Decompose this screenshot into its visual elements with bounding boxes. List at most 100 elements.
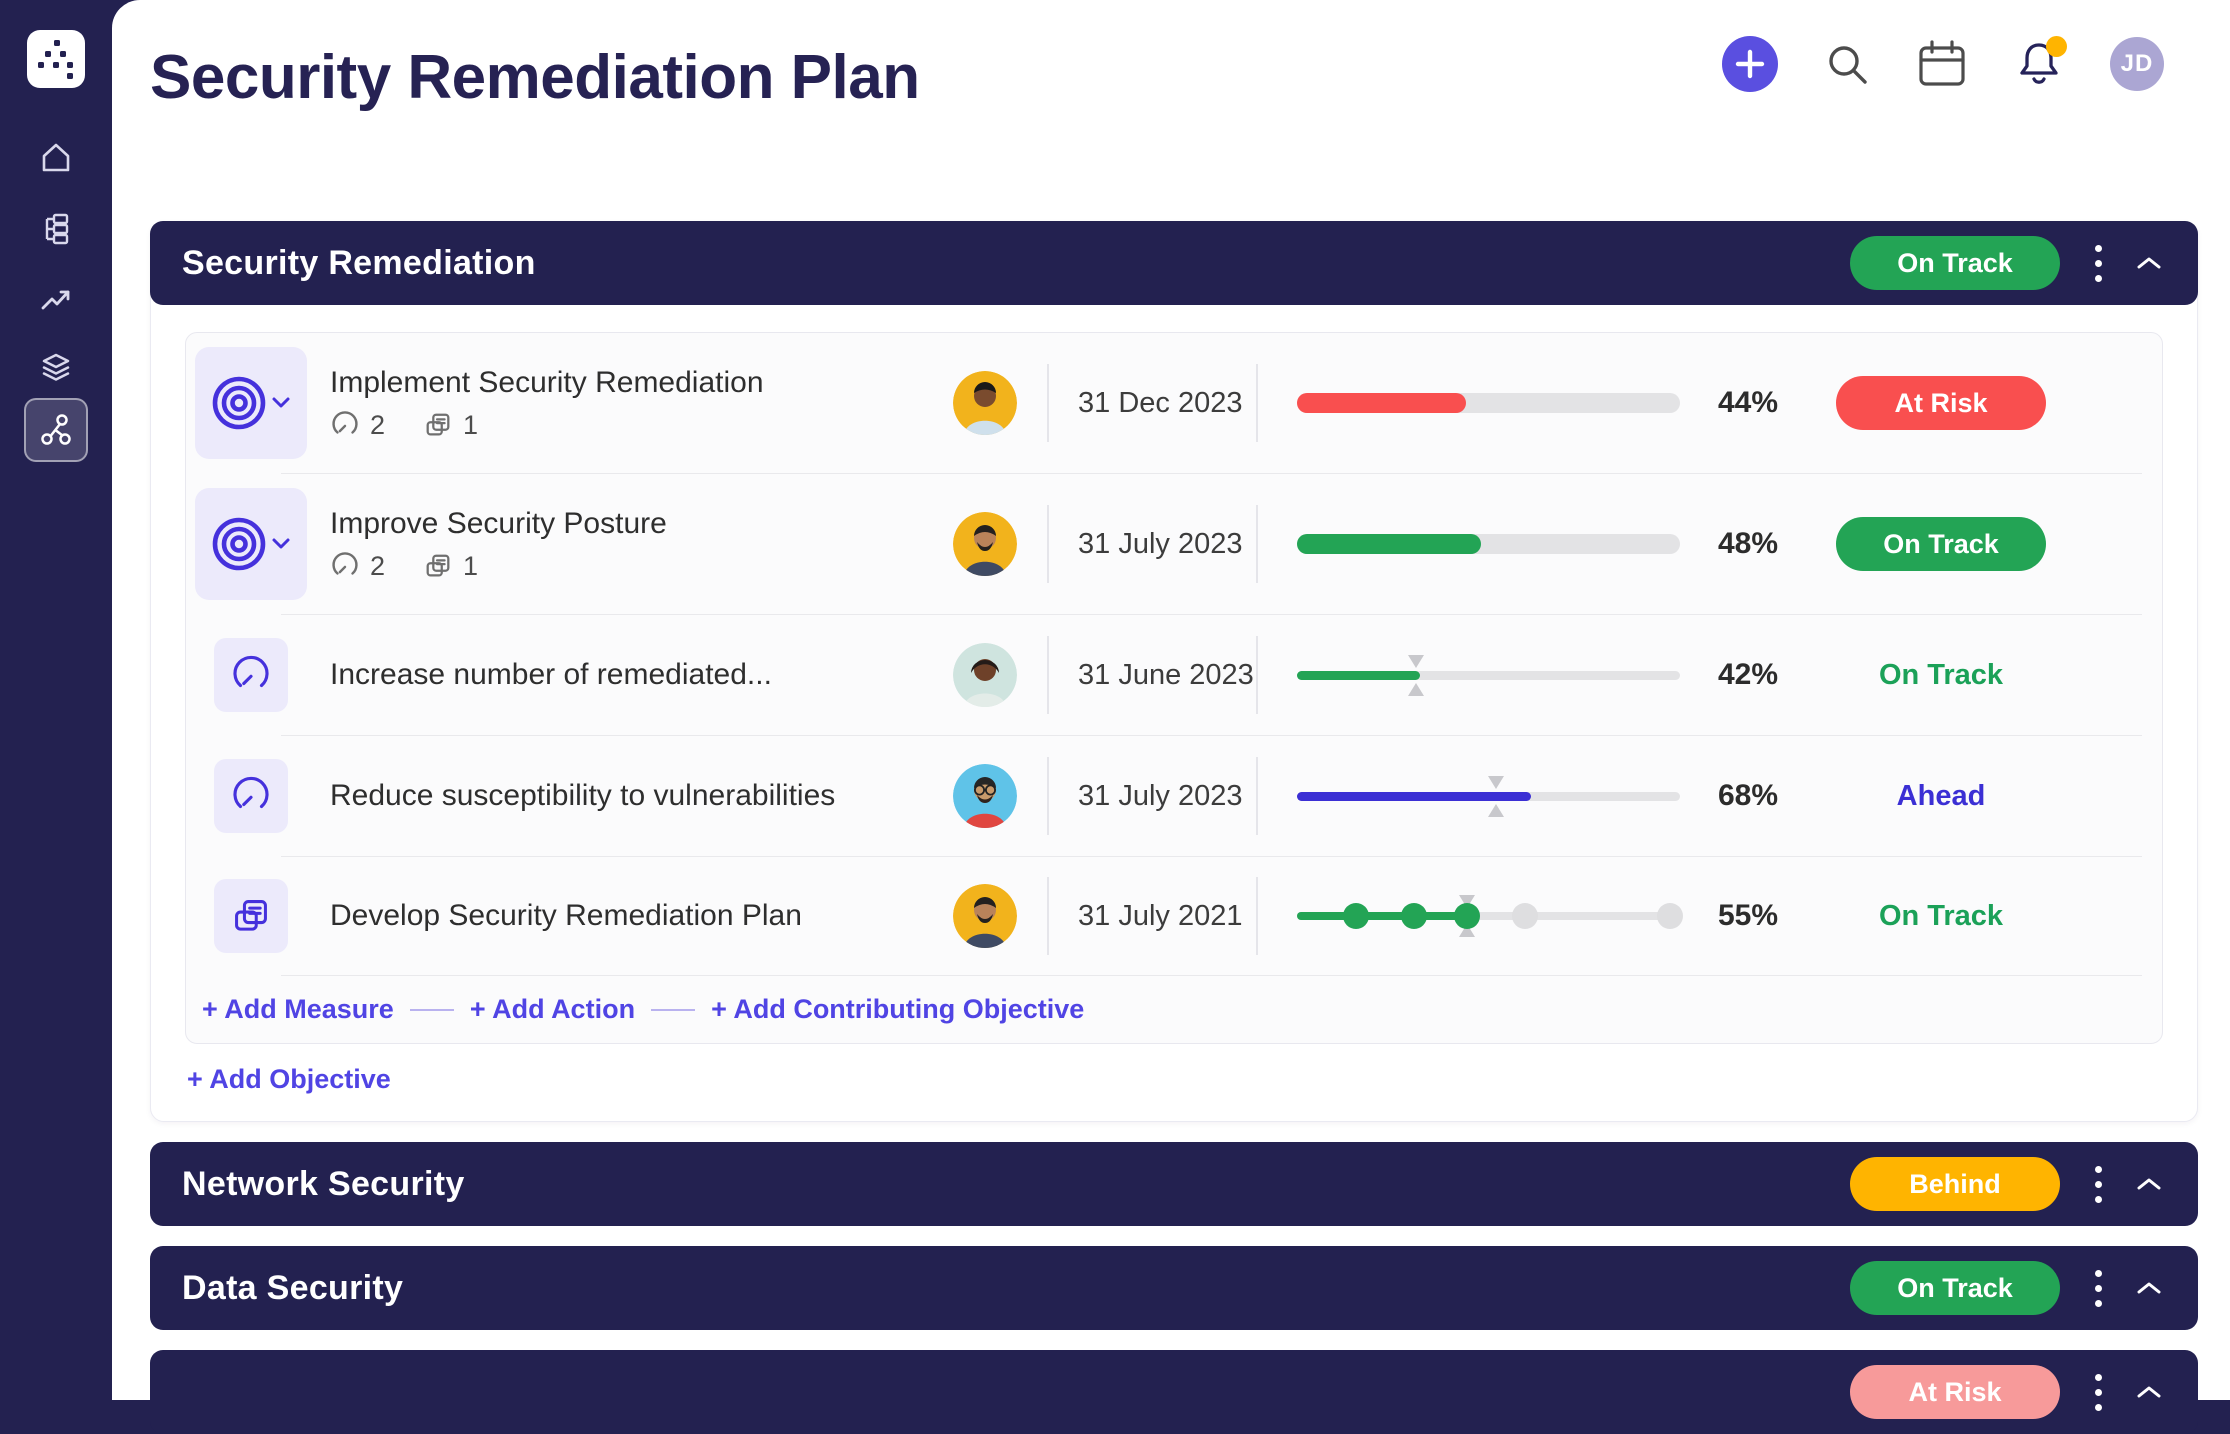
- due-date: 31 July 2023: [1078, 779, 1243, 812]
- avatar-person-4: [953, 764, 1017, 828]
- avatar-person-2: [953, 512, 1017, 576]
- measure-gauge-icon: [233, 655, 269, 688]
- chevron-up-icon: [2137, 1178, 2161, 1190]
- section-network-security[interactable]: Network Security Behind: [150, 1142, 2198, 1226]
- owner-avatar: [953, 764, 1017, 828]
- avatar-person-5: [953, 884, 1017, 948]
- status-badge: At Risk: [1836, 376, 2046, 430]
- milestone-dot: [1400, 903, 1427, 929]
- status-badge: On Track: [1850, 236, 2060, 290]
- measure-title: Reduce susceptibility to vulnerabilities: [330, 779, 836, 812]
- add-objective-link[interactable]: + Add Objective: [187, 1064, 391, 1095]
- notification-badge: [2046, 36, 2067, 57]
- section-title: Network Security: [182, 1164, 465, 1203]
- measure-count: 2: [370, 550, 386, 581]
- divider: [1046, 877, 1049, 955]
- divider: [1046, 364, 1049, 442]
- divider: [1046, 505, 1049, 583]
- link-connector: [409, 1008, 454, 1011]
- action-count: 1: [463, 550, 479, 581]
- kebab-menu-button[interactable]: [2074, 1157, 2122, 1211]
- target-marker: [1407, 654, 1424, 668]
- owner-avatar: [953, 512, 1017, 576]
- progress-percent: 68%: [1717, 779, 1779, 812]
- measure-gauge-icon: [233, 776, 269, 809]
- avatar-person-1: [953, 371, 1017, 435]
- milestone-dot: [1454, 903, 1481, 929]
- section-data-security[interactable]: Data Security On Track: [150, 1246, 2198, 1330]
- app-logo[interactable]: [27, 30, 85, 88]
- due-date: 31 Dec 2023: [1078, 386, 1243, 419]
- objective-title: Implement Security Remediation: [330, 365, 764, 399]
- divider: [1256, 636, 1258, 714]
- measure-gauge-icon: [332, 411, 358, 434]
- share-network-icon: [41, 414, 71, 445]
- objective-expand-toggle[interactable]: [195, 347, 307, 459]
- table-row-action-1[interactable]: Develop Security Remediation Plan 31 Jul…: [186, 857, 2162, 975]
- section-partial[interactable]: At Risk: [150, 1350, 2198, 1434]
- divider: [1256, 505, 1258, 583]
- user-avatar[interactable]: JD: [2110, 37, 2164, 91]
- main-content: Security Remediation Plan JD Security Re…: [112, 0, 2230, 1434]
- progress-percent: 44%: [1717, 386, 1779, 419]
- add-action-link[interactable]: + Add Action: [470, 994, 635, 1025]
- measure-count: 2: [370, 409, 386, 440]
- progress-bar: [1297, 775, 1680, 817]
- create-button[interactable]: [1722, 36, 1778, 92]
- due-date: 31 July 2023: [1078, 527, 1243, 560]
- milestone-dot: [1343, 903, 1370, 929]
- collapse-button[interactable]: [2126, 1261, 2172, 1315]
- target-icon: [212, 376, 266, 430]
- table-row-measure-2[interactable]: Reduce susceptibility to vulnerabilities: [186, 736, 2162, 856]
- notifications-button[interactable]: [2014, 36, 2067, 90]
- add-measure-link[interactable]: + Add Measure: [202, 994, 394, 1025]
- kebab-menu-button[interactable]: [2074, 1261, 2122, 1315]
- sidebar-item-trends[interactable]: [38, 282, 74, 318]
- kebab-menu-button[interactable]: [2074, 1365, 2122, 1419]
- status-text: On Track: [1878, 899, 2004, 932]
- table-row-measure-1[interactable]: Increase number of remediated... 31 June…: [186, 615, 2162, 735]
- table-row-objective-1[interactable]: Implement Security Remediation 2 1 31 De…: [186, 333, 2162, 473]
- milestone-dot: [1511, 903, 1538, 929]
- measure-tile[interactable]: [214, 638, 288, 712]
- sidebar-item-hierarchy[interactable]: [38, 210, 74, 246]
- section-security-remediation: Security Remediation On Track Implement …: [150, 221, 2198, 1122]
- section-title: Security Remediation: [182, 243, 536, 282]
- chevron-down-icon: [272, 538, 290, 549]
- chevron-up-icon: [2137, 257, 2161, 269]
- kebab-menu-button[interactable]: [2074, 236, 2122, 290]
- collapse-button[interactable]: [2126, 1157, 2172, 1211]
- plus-icon: [1735, 49, 1765, 79]
- measure-tile[interactable]: [214, 759, 288, 833]
- chevron-up-icon: [2137, 1386, 2161, 1398]
- collapse-button[interactable]: [2126, 1365, 2172, 1419]
- section-header[interactable]: Security Remediation On Track: [150, 221, 2198, 305]
- progress-bar: [1297, 534, 1680, 554]
- objective-meta: 2 1: [330, 551, 953, 582]
- search-button[interactable]: [1824, 41, 1870, 87]
- collapse-button[interactable]: [2126, 236, 2172, 290]
- layers-icon: [42, 353, 70, 381]
- avatar-person-3: [953, 643, 1017, 707]
- status-badge: On Track: [1836, 517, 2046, 571]
- sidebar-item-network-active[interactable]: [24, 398, 88, 462]
- divider: [1256, 757, 1258, 835]
- action-tile[interactable]: [214, 879, 288, 953]
- measure-title: Increase number of remediated...: [330, 658, 772, 691]
- table-row-objective-2[interactable]: Improve Security Posture 2 1 31 July 202…: [186, 474, 2162, 614]
- actions-papers-icon: [426, 554, 450, 577]
- chevron-down-icon: [272, 397, 290, 408]
- target-marker: [1407, 682, 1424, 696]
- progress-percent: 48%: [1717, 527, 1779, 560]
- action-title: Develop Security Remediation Plan: [330, 899, 802, 932]
- progress-percent: 42%: [1717, 658, 1779, 691]
- home-icon: [42, 143, 70, 172]
- calendar-button[interactable]: [1916, 39, 1968, 89]
- hierarchy-icon: [45, 213, 69, 245]
- objective-expand-toggle[interactable]: [195, 488, 307, 600]
- add-contributing-objective-link[interactable]: + Add Contributing Objective: [711, 994, 1084, 1025]
- target-marker: [1488, 775, 1505, 789]
- sidebar-item-home[interactable]: [38, 140, 74, 176]
- status-badge: At Risk: [1850, 1365, 2060, 1419]
- sidebar-item-layers[interactable]: [38, 350, 74, 386]
